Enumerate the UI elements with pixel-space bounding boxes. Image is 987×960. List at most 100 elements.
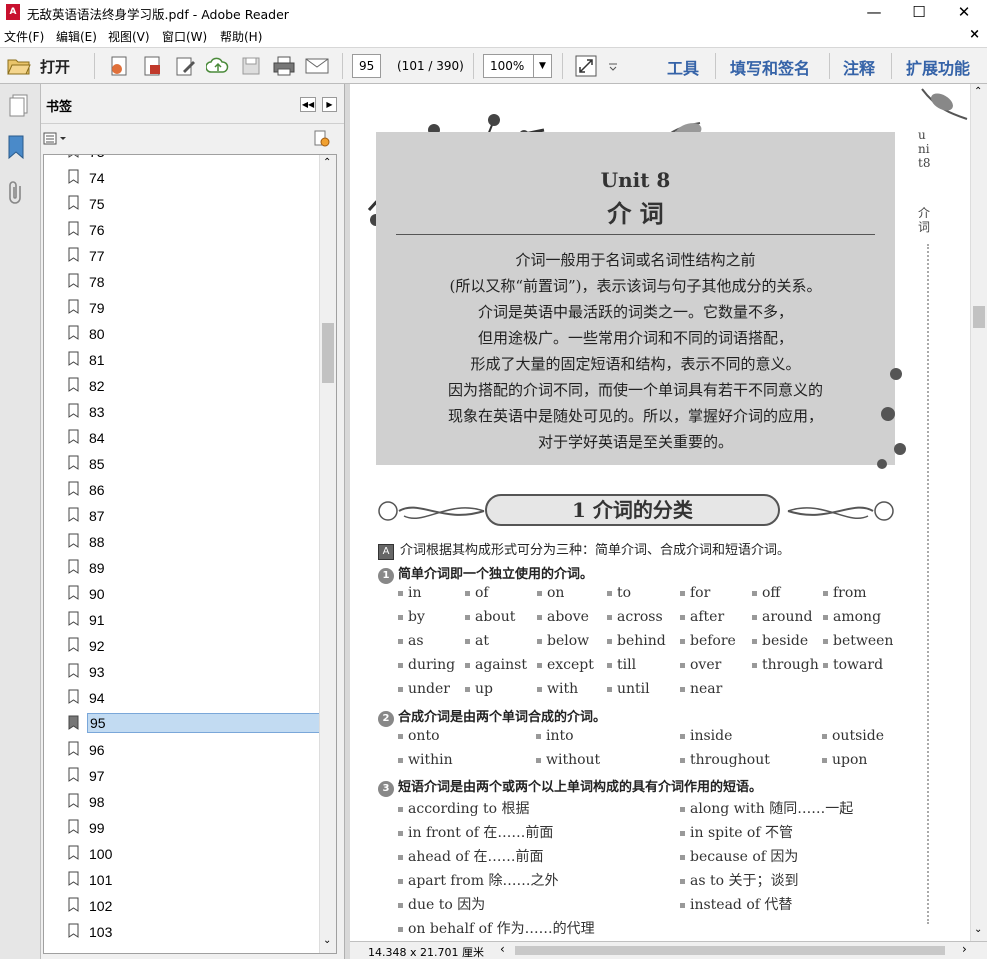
bookmark-label: 96 <box>89 742 105 758</box>
bookmark-item[interactable]: 79 <box>65 295 323 319</box>
bookmark-item[interactable]: 80 <box>65 321 323 345</box>
intro-line: 现象在英语中是随处可见的。所以，掌握好介词的应用， <box>447 407 823 425</box>
bookmark-item[interactable]: 74 <box>65 165 323 189</box>
fit-page-icon[interactable] <box>573 54 599 78</box>
maximize-button[interactable]: ☐ <box>896 0 942 25</box>
bookmark-item[interactable]: 100 <box>65 841 323 865</box>
create-pdf-icon[interactable] <box>106 54 132 78</box>
bookmark-item[interactable]: 83 <box>65 399 323 423</box>
bookmark-item[interactable]: 96 <box>65 737 323 761</box>
upload-cloud-icon[interactable] <box>205 54 231 78</box>
extended-pane-link[interactable]: 扩展功能 <box>906 55 970 79</box>
chevron-down-icon[interactable]: ▼ <box>533 55 551 77</box>
bookmark-item[interactable]: 97 <box>65 763 323 787</box>
page-thumbnails-icon[interactable] <box>8 94 30 121</box>
scroll-up-icon[interactable]: ⌃ <box>323 157 331 168</box>
page-number-input[interactable]: 95 <box>352 54 381 78</box>
bookmarks-panel-icon[interactable] <box>6 134 28 163</box>
bookmark-icon <box>68 611 79 626</box>
doc-scroll-up-icon[interactable]: ⌃ <box>974 86 982 97</box>
bookmark-item[interactable]: 78 <box>65 269 323 293</box>
hscroll-left-icon[interactable]: ‹ <box>500 942 505 956</box>
toolbar-more-icon[interactable] <box>603 54 623 78</box>
fill-sign-pane-link[interactable]: 填写和签名 <box>730 55 810 79</box>
menu-edit[interactable]: 编辑(E) <box>56 28 97 45</box>
attachments-icon[interactable] <box>6 180 26 209</box>
intro-line: 形成了大量的固定短语和结构，表示不同的意义。 <box>470 355 801 373</box>
bookmark-item[interactable]: 86 <box>65 477 323 501</box>
bookmark-item[interactable]: 98 <box>65 789 323 813</box>
bookmark-item[interactable]: 94 <box>65 685 323 709</box>
scroll-down-icon[interactable]: ⌄ <box>323 935 331 946</box>
bookmark-item[interactable]: 101 <box>65 867 323 891</box>
menu-help[interactable]: 帮助(H) <box>220 28 262 45</box>
menu-file[interactable]: 文件(F) <box>4 28 44 45</box>
bookmark-item[interactable]: 87 <box>65 503 323 527</box>
email-icon[interactable] <box>304 54 330 78</box>
simple-preps-item: of <box>465 585 489 601</box>
close-document-button[interactable]: × <box>969 27 980 42</box>
print-icon[interactable] <box>271 54 297 78</box>
collapse-panel-icon[interactable]: ◀◀ <box>300 97 316 112</box>
simple-preps-item: about <box>465 609 515 625</box>
bookmark-item[interactable]: 85 <box>65 451 323 475</box>
edit-pdf-icon[interactable] <box>172 54 198 78</box>
bookmark-item[interactable]: 99 <box>65 815 323 839</box>
menu-window[interactable]: 窗口(W) <box>162 28 207 45</box>
bookmark-item[interactable]: 91 <box>65 607 323 631</box>
bookmark-icon <box>68 871 79 886</box>
bookmark-item[interactable]: 76 <box>65 217 323 241</box>
document-scrollbar[interactable]: ⌃ ⌄ <box>970 84 987 941</box>
bookmark-item[interactable]: 103 <box>65 919 323 943</box>
export-pdf-icon[interactable] <box>139 54 165 78</box>
hscroll-right-icon[interactable]: › <box>962 942 967 956</box>
bookmark-icon <box>68 533 79 548</box>
bookmark-item[interactable]: 73 <box>65 155 323 163</box>
minimize-button[interactable]: — <box>851 0 897 25</box>
phrase-preps-item: on behalf of 作为……的代理 <box>398 918 595 938</box>
close-window-button[interactable]: ✕ <box>941 0 987 25</box>
bookmark-label: 89 <box>89 560 105 576</box>
compound-preps-item: into <box>536 728 574 744</box>
open-button-label[interactable]: 打开 <box>40 56 70 77</box>
hscroll-thumb[interactable] <box>515 946 945 955</box>
menu-bar: 文件(F) 编辑(E) 视图(V) 窗口(W) 帮助(H) × <box>0 25 987 47</box>
bookmark-item[interactable]: 75 <box>65 191 323 215</box>
bookmarks-title: 书签 <box>46 100 73 115</box>
bookmark-icon <box>68 819 79 834</box>
bookmark-item[interactable]: 89 <box>65 555 323 579</box>
open-folder-icon[interactable] <box>6 54 32 78</box>
bookmark-icon <box>68 585 79 600</box>
bookmark-search-icon[interactable] <box>313 130 331 151</box>
document-view: Unit 8 介 词 介词一般用于名词或名词性结构之前 (所以又称“前置词”)，表… <box>350 84 987 959</box>
bookmark-item[interactable]: 90 <box>65 581 323 605</box>
bookmark-label: 79 <box>89 300 105 316</box>
bookmark-item[interactable]: 77 <box>65 243 323 267</box>
bookmark-options-icon[interactable] <box>43 132 69 149</box>
doc-scroll-thumb[interactable] <box>973 306 985 328</box>
bookmark-item[interactable]: 102 <box>65 893 323 917</box>
zoom-select[interactable]: 100% ▼ <box>483 54 552 78</box>
bookmark-icon <box>68 741 79 756</box>
bookmark-icon <box>68 481 79 496</box>
bookmark-item[interactable]: 81 <box>65 347 323 371</box>
side-unit-label: unit8 <box>918 128 931 170</box>
save-icon[interactable] <box>238 54 264 78</box>
bookmark-item[interactable]: 95 <box>65 711 323 735</box>
section-a-badge: A <box>378 544 394 560</box>
bookmark-item[interactable]: 93 <box>65 659 323 683</box>
bookmark-item[interactable]: 92 <box>65 633 323 657</box>
scroll-thumb[interactable] <box>322 323 334 383</box>
bookmark-item[interactable]: 84 <box>65 425 323 449</box>
bookmark-label: 92 <box>89 638 105 654</box>
bookmark-item[interactable]: 82 <box>65 373 323 397</box>
phrase-preps-item: instead of 代替 <box>680 894 792 914</box>
bookmark-item[interactable]: 88 <box>65 529 323 553</box>
phrase-preps-item: according to 根据 <box>398 798 530 818</box>
bookmarks-scrollbar[interactable]: ⌃ ⌄ <box>319 155 336 953</box>
expand-panel-icon[interactable]: ▶ <box>322 97 337 112</box>
doc-scroll-down-icon[interactable]: ⌄ <box>974 924 982 935</box>
comment-pane-link[interactable]: 注释 <box>843 55 875 79</box>
menu-view[interactable]: 视图(V) <box>108 28 150 45</box>
tools-pane-link[interactable]: 工具 <box>667 55 699 79</box>
